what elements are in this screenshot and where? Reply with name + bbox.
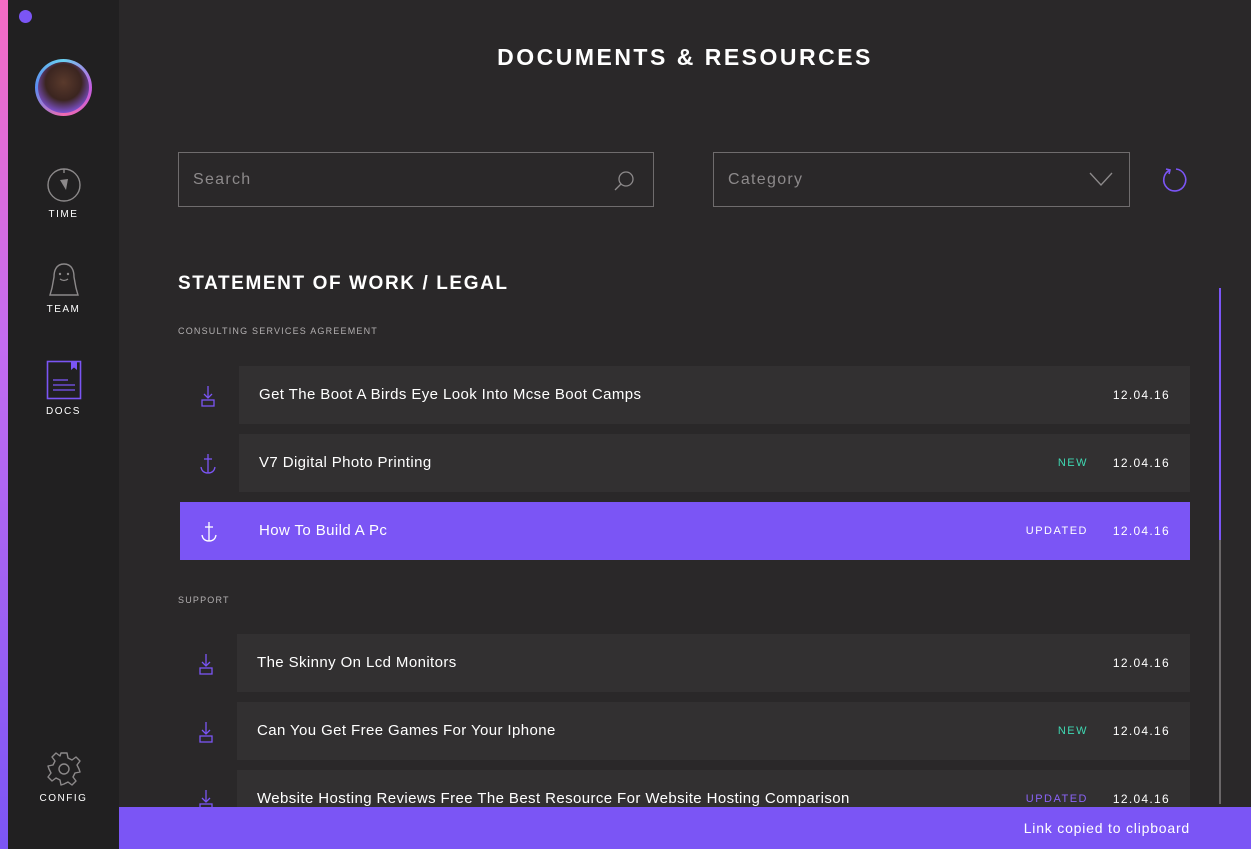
search-input[interactable]	[193, 153, 593, 206]
list-item[interactable]: The Skinny On Lcd Monitors 12.04.16	[176, 634, 1190, 692]
download-icon[interactable]	[200, 385, 216, 407]
refresh-icon[interactable]	[1162, 166, 1190, 194]
sidebar-item-label: CONFIG	[39, 793, 88, 804]
document-title: V7 Digital Photo Printing	[259, 454, 432, 471]
toast-notification: Link copied to clipboard	[119, 807, 1251, 849]
category-value: Category	[728, 171, 804, 188]
timer-icon	[46, 168, 81, 202]
document-row[interactable]: How To Build A Pc UPDATED 12.04.16	[239, 502, 1190, 560]
download-cell[interactable]	[176, 634, 236, 692]
document-date: 12.04.16	[1112, 456, 1170, 470]
download-icon[interactable]	[198, 721, 214, 743]
document-title: Get The Boot A Birds Eye Look Into Mcse …	[259, 386, 642, 403]
group-heading: SUPPORT	[178, 595, 230, 605]
gradient-accent-strip	[0, 0, 8, 849]
status-badge: UPDATED	[1025, 525, 1088, 537]
document-row[interactable]: V7 Digital Photo Printing NEW 12.04.16	[239, 434, 1190, 492]
main-content: DOCUMENTS & RESOURCES Category STATEMENT…	[119, 0, 1251, 849]
sidebar-item-label: TIME	[48, 209, 79, 220]
gear-icon	[46, 752, 81, 786]
status-badge: NEW	[1057, 457, 1088, 469]
document-title: The Skinny On Lcd Monitors	[257, 654, 457, 671]
person-icon	[48, 263, 79, 296]
download-cell[interactable]	[176, 702, 236, 760]
sidebar-item-label: DOCS	[46, 406, 81, 417]
chevron-down-icon	[1089, 172, 1113, 186]
search-icon[interactable]	[613, 170, 635, 192]
document-date: 12.04.16	[1112, 656, 1170, 670]
category-dropdown[interactable]: Category	[713, 152, 1130, 207]
anchor-icon[interactable]	[200, 453, 216, 475]
document-date: 12.04.16	[1112, 388, 1170, 402]
anchor-cell[interactable]	[180, 502, 240, 560]
toast-message: Link copied to clipboard	[1023, 820, 1190, 836]
download-icon[interactable]	[198, 653, 214, 675]
section-title: STATEMENT OF WORK / LEGAL	[178, 273, 509, 294]
status-dot	[19, 10, 32, 23]
document-row[interactable]: Can You Get Free Games For Your Iphone N…	[237, 702, 1190, 760]
avatar-photo	[38, 62, 89, 113]
anchor-icon[interactable]	[201, 521, 217, 543]
document-icon	[46, 360, 81, 400]
anchor-cell[interactable]	[178, 434, 238, 492]
list-item-selected[interactable]: How To Build A Pc UPDATED 12.04.16	[180, 502, 1190, 560]
sidebar-item-time[interactable]: TIME	[8, 167, 119, 220]
list-item[interactable]: Can You Get Free Games For Your Iphone N…	[176, 702, 1190, 760]
page-title: DOCUMENTS & RESOURCES	[497, 44, 873, 70]
sidebar: TIME TEAM DOCS CONFIG	[8, 0, 119, 849]
document-row[interactable]: The Skinny On Lcd Monitors 12.04.16	[237, 634, 1190, 692]
document-title: How To Build A Pc	[259, 522, 388, 539]
sidebar-item-label: TEAM	[46, 304, 81, 315]
download-cell[interactable]	[178, 366, 238, 424]
search-field[interactable]	[178, 152, 654, 207]
list-item[interactable]: V7 Digital Photo Printing NEW 12.04.16	[178, 434, 1190, 492]
scrollbar-thumb[interactable]	[1219, 288, 1221, 540]
document-title: Can You Get Free Games For Your Iphone	[257, 722, 556, 739]
sidebar-item-config[interactable]: CONFIG	[8, 751, 119, 804]
group-heading: CONSULTING SERVICES AGREEMENT	[178, 326, 378, 336]
document-date: 12.04.16	[1112, 724, 1170, 738]
document-date: 12.04.16	[1112, 524, 1170, 538]
list-item[interactable]: Get The Boot A Birds Eye Look Into Mcse …	[178, 366, 1190, 424]
avatar[interactable]	[35, 59, 92, 116]
sidebar-item-docs[interactable]: DOCS	[8, 360, 119, 417]
sidebar-item-team[interactable]: TEAM	[8, 262, 119, 315]
document-row[interactable]: Get The Boot A Birds Eye Look Into Mcse …	[239, 366, 1190, 424]
status-badge: NEW	[1057, 725, 1088, 737]
